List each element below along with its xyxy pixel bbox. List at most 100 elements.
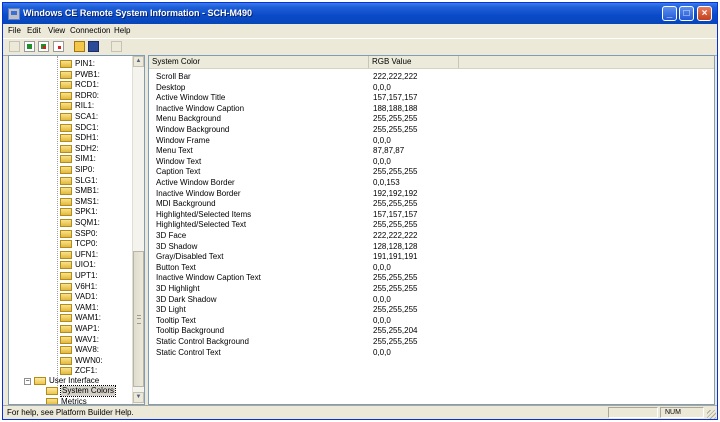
connect-icon[interactable] <box>24 41 35 52</box>
menu-bar: File Edit View Connection Help <box>3 24 717 37</box>
app-icon <box>8 8 20 20</box>
list-row[interactable]: Desktop 0,0,0 <box>149 83 714 93</box>
rgb-value: 255,255,255 <box>373 337 418 346</box>
folder-icon <box>60 229 72 238</box>
tree-item-label: SDH1: <box>75 133 99 143</box>
system-color-name: 3D Light <box>156 305 186 315</box>
folder-icon <box>60 123 72 132</box>
list-row[interactable]: Button Text 0,0,0 <box>149 263 714 273</box>
scroll-thumb[interactable] <box>133 251 144 387</box>
scroll-up-button[interactable]: ▲ <box>133 56 144 67</box>
device-tree[interactable]: PIN1: PWB1: RCD1: RDR0: RIL1: SCA1: SDC1: SDH1:… <box>8 55 145 405</box>
folder-icon <box>60 70 72 79</box>
folder-icon <box>60 367 72 376</box>
system-color-name: Scroll Bar <box>156 72 191 81</box>
menu-help[interactable]: Help <box>114 26 130 35</box>
list-row[interactable]: Active Window Title 157,157,157 <box>149 93 714 103</box>
rgb-value: 255,255,255 <box>373 199 418 209</box>
title-bar[interactable]: Windows CE Remote System Information - S… <box>3 3 717 24</box>
maximize-button[interactable]: □ <box>679 6 694 21</box>
folder-icon <box>60 81 72 90</box>
tree-item-label: ZCF1: <box>75 366 98 376</box>
list-row[interactable]: Static Control Background 255,255,255 <box>149 337 714 347</box>
list-row[interactable]: Active Window Border 0,0,153 <box>149 178 714 188</box>
user-interface-expander[interactable]: − <box>24 378 31 385</box>
list-row[interactable]: Static Control Text 0,0,0 <box>149 348 714 358</box>
rgb-value: 255,255,204 <box>373 326 418 336</box>
tree-item-label: SIM1: <box>75 154 96 164</box>
folder-icon <box>60 325 72 333</box>
resize-grip[interactable] <box>707 410 716 419</box>
list-row[interactable]: 3D Face 222,222,222 <box>149 231 714 241</box>
main-window: Windows CE Remote System Information - S… <box>2 2 718 420</box>
list-row[interactable]: MDI Background 255,255,255 <box>149 199 714 209</box>
list-row[interactable]: Window Text 0,0,0 <box>149 157 714 167</box>
new-icon <box>9 41 20 52</box>
menu-connection[interactable]: Connection <box>70 26 110 35</box>
system-color-name: Caption Text <box>156 167 201 177</box>
system-color-name: Inactive Window Border <box>156 188 241 198</box>
tree-connector-line <box>57 56 58 386</box>
tree-item-label: User Interface <box>49 376 100 385</box>
list-row[interactable]: 3D Light 255,255,255 <box>149 305 714 315</box>
tree-item-label: WAV1: <box>75 334 100 344</box>
list-row[interactable]: 3D Highlight 255,255,255 <box>149 284 714 294</box>
folder-icon <box>60 293 72 302</box>
folder-icon <box>60 197 72 206</box>
rgb-value: 0,0,0 <box>373 82 391 92</box>
rgb-value: 128,128,128 <box>373 241 418 251</box>
scroll-down-button[interactable]: ▼ <box>133 392 144 403</box>
system-color-name: Inactive Window Caption Text <box>156 273 261 283</box>
column-header-rgb-value[interactable]: RGB Value <box>369 56 459 68</box>
close-button[interactable]: × <box>697 6 712 21</box>
folder-icon <box>60 91 72 100</box>
toolbar <box>3 38 717 56</box>
tree-item-label: SDC1: <box>75 122 99 132</box>
refresh-icon[interactable] <box>53 41 64 52</box>
minimize-button[interactable]: _ <box>662 6 677 21</box>
tree-scrollbar[interactable]: ▲ ▼ <box>132 56 144 404</box>
system-color-name: Window Text <box>156 156 202 166</box>
tree-item-label: V6H1: <box>75 281 98 291</box>
folder-icon <box>60 314 72 323</box>
save-icon[interactable] <box>88 41 99 52</box>
menu-edit[interactable]: Edit <box>27 26 41 35</box>
list-row[interactable]: Window Background 255,255,255 <box>149 125 714 135</box>
disconnect-icon[interactable] <box>38 41 49 52</box>
folder-icon <box>60 356 72 365</box>
column-header-system-color[interactable]: System Color <box>149 56 369 68</box>
list-row[interactable]: Gray/Disabled Text 191,191,191 <box>149 252 714 262</box>
list-row[interactable]: Inactive Window Caption Text 255,255,255 <box>149 273 714 283</box>
system-colors-list[interactable]: System Color RGB Value Scroll Bar 222,222… <box>148 55 715 405</box>
folder-icon <box>34 377 46 385</box>
list-row[interactable]: Tooltip Text 0,0,0 <box>149 316 714 326</box>
list-row[interactable]: Scroll Bar 222,222,222 <box>149 72 714 82</box>
folder-icon <box>60 208 72 217</box>
folder-icon <box>60 272 72 280</box>
menu-view[interactable]: View <box>48 26 65 35</box>
system-color-name: 3D Face <box>156 231 187 240</box>
list-row[interactable]: Inactive Window Border 192,192,192 <box>149 189 714 199</box>
rgb-value: 222,222,222 <box>373 72 418 81</box>
tree-item-label: UFN1: <box>75 249 99 259</box>
rgb-value: 157,157,157 <box>373 209 418 219</box>
menu-file[interactable]: File <box>8 26 21 35</box>
list-row[interactable]: 3D Shadow 128,128,128 <box>149 242 714 252</box>
tree-item-label: Metrics <box>61 397 87 405</box>
folder-icon <box>60 240 72 249</box>
folder-icon <box>60 113 72 121</box>
list-row[interactable]: 3D Dark Shadow 0,0,0 <box>149 295 714 305</box>
list-row[interactable]: Highlighted/Selected Text 255,255,255 <box>149 220 714 230</box>
list-row[interactable]: Caption Text 255,255,255 <box>149 167 714 177</box>
tree-item-label: SQM1: <box>75 218 100 227</box>
list-row[interactable]: Inactive Window Caption 188,188,188 <box>149 104 714 114</box>
list-row[interactable]: Menu Text 87,87,87 <box>149 146 714 156</box>
list-row[interactable]: Window Frame 0,0,0 <box>149 136 714 146</box>
list-row[interactable]: Menu Background 255,255,255 <box>149 114 714 124</box>
open-folder-icon[interactable] <box>74 41 85 52</box>
system-color-name: Highlighted/Selected Text <box>156 220 247 230</box>
rgb-value: 255,255,255 <box>373 273 418 283</box>
list-row[interactable]: Highlighted/Selected Items 157,157,157 <box>149 210 714 220</box>
list-row[interactable]: Tooltip Background 255,255,204 <box>149 326 714 336</box>
folder-icon <box>60 166 72 174</box>
